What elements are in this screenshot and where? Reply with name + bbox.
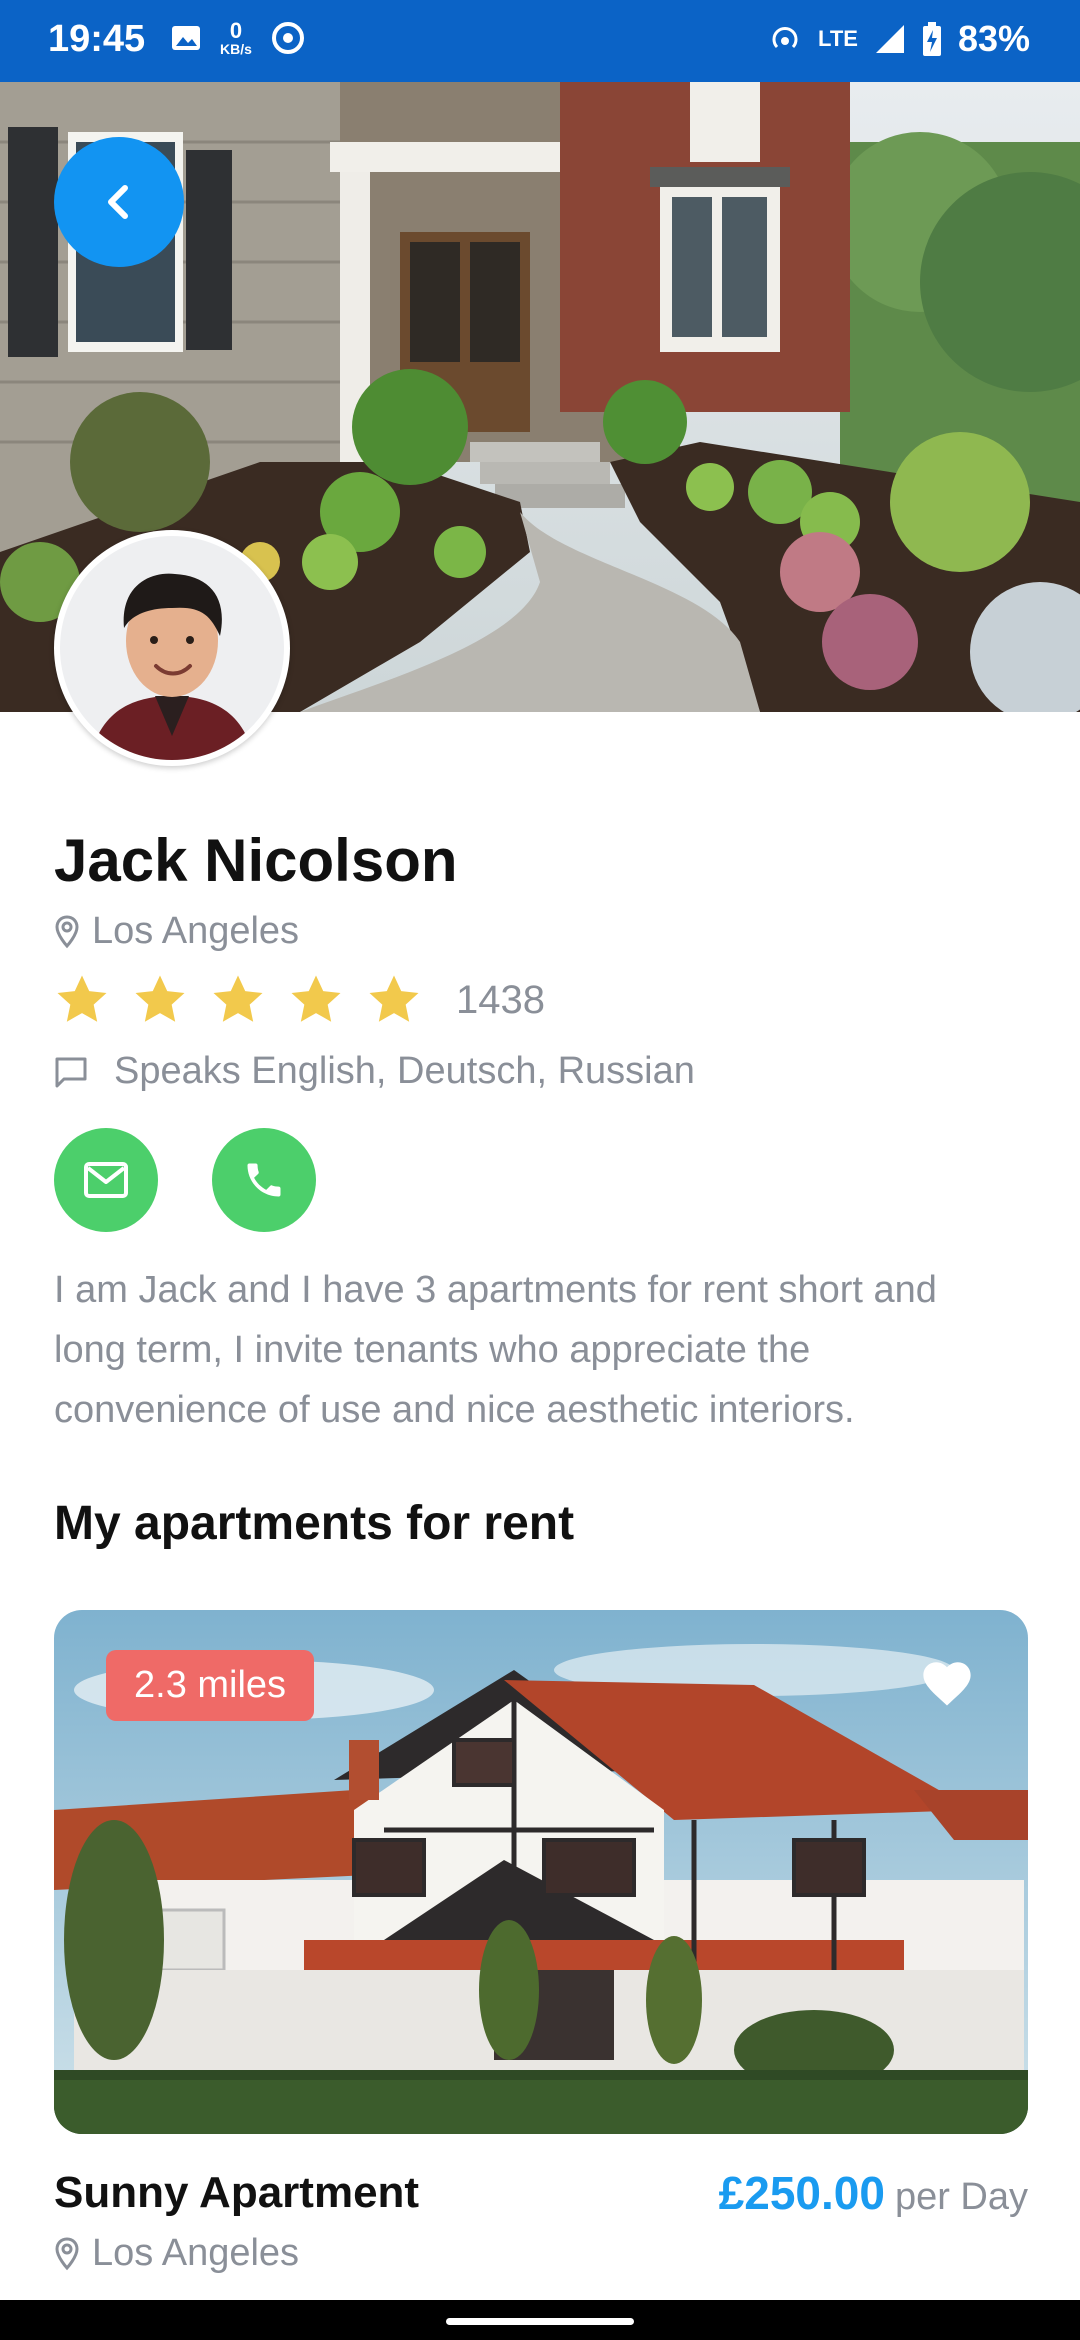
section-title: My apartments for rent	[54, 1497, 575, 1550]
status-left-icons: 0 KB/s	[170, 20, 306, 56]
profile-name: Jack Nicolson	[54, 827, 458, 894]
call-button[interactable]	[212, 1128, 316, 1232]
star-icon	[57, 975, 107, 1022]
battery-icon	[922, 22, 941, 56]
apartment-title: Sunny Apartment	[54, 2168, 420, 2217]
star-icon	[135, 975, 185, 1022]
status-time: 19:45	[48, 18, 146, 60]
sync-icon	[271, 22, 304, 54]
price-period: per Day	[894, 2176, 1028, 2218]
battery-percent: 83%	[957, 18, 1030, 59]
back-button[interactable]	[54, 137, 184, 267]
profile-location: Los Angeles	[54, 910, 299, 953]
email-button[interactable]	[54, 1128, 158, 1232]
location-pin-icon	[55, 2236, 79, 2270]
heart-icon	[923, 1662, 971, 1706]
chat-bubble-icon	[55, 1057, 87, 1087]
status-bar: 19:45 0 KB/s LTE 83%	[0, 0, 1080, 82]
image-notification-icon	[172, 26, 200, 50]
rating-stars: 1438	[54, 972, 545, 1028]
contact-buttons	[54, 1128, 316, 1232]
data-speed-indicator: 0 KB/s	[220, 18, 252, 57]
home-gesture-handle[interactable]	[446, 2318, 634, 2325]
status-right: LTE 83%	[768, 18, 1030, 60]
apartment-location-text: Los Angeles	[92, 2232, 300, 2274]
signal-icon	[875, 25, 904, 53]
languages-text: Speaks English, Deutsch, Russian	[114, 1050, 695, 1092]
network-type: LTE	[818, 26, 858, 51]
apartment-card[interactable]: 2.3 miles	[54, 1610, 1028, 2134]
profile-location-text: Los Angeles	[92, 910, 300, 952]
phone-icon	[247, 1163, 281, 1197]
mail-icon	[84, 1162, 128, 1198]
apartment-price: £250.00 per Day	[719, 2166, 1028, 2220]
price-value: £250.00	[718, 2167, 885, 2219]
distance-badge: 2.3 miles	[106, 1650, 315, 1721]
favorite-button[interactable]	[920, 1658, 974, 1713]
avatar-photo	[60, 536, 284, 760]
profile-bio: I am Jack and I have 3 apartments for re…	[54, 1269, 937, 1431]
star-icon	[213, 975, 263, 1022]
chevron-left-icon	[108, 185, 128, 219]
apartment-location: Los Angeles	[54, 2232, 299, 2275]
location-pin-icon	[55, 914, 79, 948]
avatar	[54, 530, 290, 766]
languages-row: Speaks English, Deutsch, Russian	[54, 1050, 695, 1093]
star-icon	[369, 975, 419, 1022]
rating-count: 1438	[456, 977, 545, 1022]
hotspot-icon	[772, 27, 798, 49]
star-icon	[291, 975, 341, 1022]
